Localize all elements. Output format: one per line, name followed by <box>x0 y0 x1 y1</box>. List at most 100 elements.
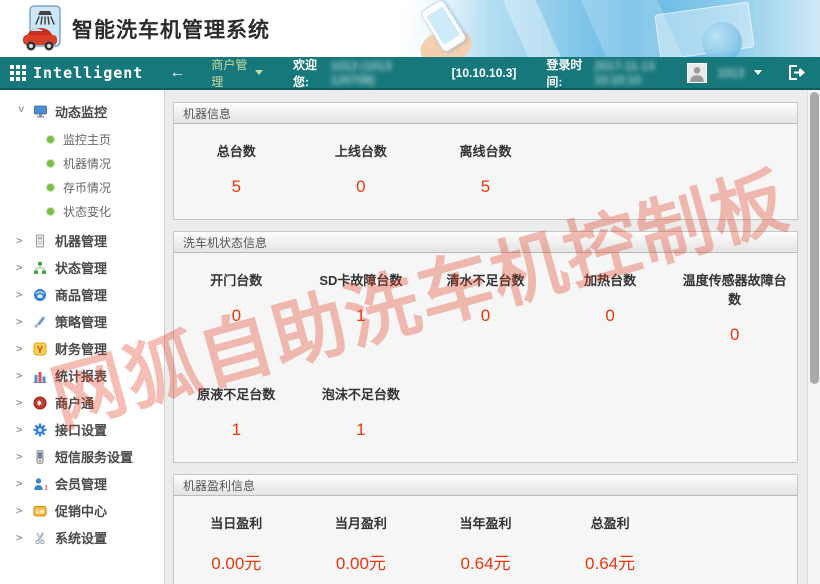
sidebar-item-label: 机器管理 <box>55 231 107 250</box>
stat-online-machines: 上线台数 0 <box>299 124 424 219</box>
stat-value: 0 <box>552 306 669 326</box>
stats-grid: 开门台数 0 SD卡故障台数 1 清水不足台数 0 加热台数 0 <box>174 253 797 462</box>
sidebar-item-status-management[interactable]: > 状态管理 <box>0 254 164 281</box>
header-banner-image <box>402 0 820 57</box>
content-scrollbar-track[interactable] <box>807 90 820 584</box>
stat-value: 0.64元 <box>552 549 669 574</box>
top-navbar: Intelligent ← 商户管理 欢迎您: 1013 (1013 12070… <box>0 57 820 90</box>
stat-label: SD卡故障台数 <box>303 270 420 289</box>
green-dot-icon <box>47 208 54 215</box>
banner-stripe <box>499 0 575 57</box>
machine-icon <box>32 233 48 248</box>
finance-icon: Y <box>32 341 48 356</box>
sidebar-subitem-monitor-home[interactable]: 监控主页 <box>0 127 164 151</box>
sidebar-item-label: 促销中心 <box>55 501 107 520</box>
sidebar-item-machine-management[interactable]: > 机器管理 <box>0 227 164 254</box>
sidebar-item-system-settings[interactable]: > 系统设置 <box>0 524 164 551</box>
svg-text:Y: Y <box>37 344 44 355</box>
green-dot-icon <box>47 160 54 167</box>
stat-profit-today: 当日盈利 0.00元 <box>174 496 299 584</box>
merchant-icon <box>32 395 48 410</box>
stat-label: 开门台数 <box>178 270 295 289</box>
stat-value: 0.00元 <box>178 549 295 574</box>
content-area: 机器信息 总台数 5 上线台数 0 离线台数 5 <box>165 90 820 584</box>
sidebar-item-product-management[interactable]: > 商品管理 <box>0 281 164 308</box>
stat-profit-month: 当月盈利 0.00元 <box>299 496 424 584</box>
chevron-right-icon: > <box>16 396 27 409</box>
stat-value: 1 <box>178 420 295 440</box>
welcome-label: 欢迎您: <box>293 56 327 90</box>
stat-label: 总台数 <box>178 141 295 160</box>
stat-label: 上线台数 <box>303 141 420 160</box>
carwash-logo-icon <box>22 5 64 53</box>
stat-liquid-low: 原液不足台数 1 <box>174 367 299 462</box>
collapse-sidebar-arrow[interactable]: ← <box>169 64 185 82</box>
sidebar-subitem-state-change[interactable]: 状态变化 <box>0 199 164 223</box>
app-title: 智能洗车机管理系统 <box>72 14 270 44</box>
sidebar-item-label: 会员管理 <box>55 474 107 493</box>
sidebar-item-merchant-link[interactable]: > 商户通 <box>0 389 164 416</box>
sidebar-item-promotion-center[interactable]: > GW 促销中心 <box>0 497 164 524</box>
stat-temp-sensor-fault: 温度传感器故障台数 0 <box>672 253 797 367</box>
user-area: 1013 <box>687 63 806 83</box>
stat-foam-low: 泡沫不足台数 1 <box>299 367 424 462</box>
chevron-right-icon: > <box>16 423 27 436</box>
brand-name: Intelligent <box>33 64 143 82</box>
stat-profit-year: 当年盈利 0.64元 <box>423 496 548 584</box>
panel-title: 机器盈利信息 <box>174 475 797 496</box>
stat-value: 0 <box>178 306 295 326</box>
sidebar-item-strategy-management[interactable]: > 策略管理 <box>0 308 164 335</box>
stat-offline-machines: 离线台数 5 <box>423 124 548 219</box>
stat-total-machines: 总台数 5 <box>174 124 299 219</box>
svg-text:1: 1 <box>44 485 47 491</box>
brand: Intelligent <box>10 64 143 82</box>
sidebar-item-label: 接口设置 <box>55 420 107 439</box>
sidebar-subitem-label: 机器情况 <box>63 155 111 172</box>
green-dot-icon <box>47 136 54 143</box>
sidebar-item-interface-settings[interactable]: > 接口设置 <box>0 416 164 443</box>
login-time-value-blurred: 2017-11-13 10:10:10 <box>594 59 687 87</box>
grid-icon <box>10 65 26 81</box>
user-dropdown-chevron-icon[interactable] <box>754 70 762 75</box>
logout-button[interactable] <box>788 65 806 80</box>
sidebar-item-dynamic-monitoring[interactable]: > 动态监控 <box>0 98 164 125</box>
banner-globe-shape <box>702 22 742 57</box>
stat-value: 0.00元 <box>303 549 420 574</box>
welcome-value-blurred: 1013 (1013 120708) <box>331 59 422 87</box>
sidebar-item-label: 策略管理 <box>55 312 107 331</box>
sidebar-subitem-machine-status[interactable]: 机器情况 <box>0 151 164 175</box>
system-tools-icon <box>32 530 48 545</box>
panel-profit-info: 机器盈利信息 当日盈利 0.00元 当月盈利 0.00元 当年盈利 0.64元 <box>173 474 798 584</box>
user-avatar[interactable] <box>687 63 707 83</box>
stat-heating: 加热台数 0 <box>548 253 673 367</box>
stat-value: 0.64元 <box>427 549 544 574</box>
username-blurred[interactable]: 1013 <box>717 66 744 80</box>
sidebar-item-statistics-report[interactable]: > 统计报表 <box>0 362 164 389</box>
report-icon <box>32 368 48 383</box>
stat-label: 清水不足台数 <box>427 270 544 289</box>
content-scrollbar-thumb[interactable] <box>810 92 819 384</box>
sidebar: > 动态监控 监控主页 机器情况 存币情况 <box>0 90 165 584</box>
sidebar-subitem-label: 状态变化 <box>63 203 111 220</box>
sidebar-item-label: 商户通 <box>55 393 94 412</box>
chevron-right-icon: > <box>16 531 27 544</box>
sidebar-item-label: 统计报表 <box>55 366 107 385</box>
sidebar-subitem-coin-status[interactable]: 存币情况 <box>0 175 164 199</box>
sidebar-item-member-management[interactable]: > 1 会员管理 <box>0 470 164 497</box>
interface-gear-icon <box>32 422 48 437</box>
sidebar-item-finance-management[interactable]: > Y 财务管理 <box>0 335 164 362</box>
stat-label: 当年盈利 <box>427 513 544 532</box>
merchant-management-menu[interactable]: 商户管理 <box>211 56 263 90</box>
login-time-label: 登录时间: <box>546 56 590 90</box>
chevron-right-icon: > <box>16 477 27 490</box>
stat-label: 加热台数 <box>552 270 669 289</box>
chevron-right-icon: > <box>16 234 27 247</box>
stat-door-open: 开门台数 0 <box>174 253 299 367</box>
monitor-icon <box>32 104 48 119</box>
sidebar-item-sms-settings[interactable]: > 短信服务设置 <box>0 443 164 470</box>
stat-label: 离线台数 <box>427 141 544 160</box>
panel-washer-status: 洗车机状态信息 开门台数 0 SD卡故障台数 1 清水不足台数 0 <box>173 231 798 463</box>
stat-value: 0 <box>303 177 420 197</box>
app-window: 智能洗车机管理系统 Intelligent ← 商户管理 <box>0 0 820 584</box>
stat-value: 5 <box>427 177 544 197</box>
